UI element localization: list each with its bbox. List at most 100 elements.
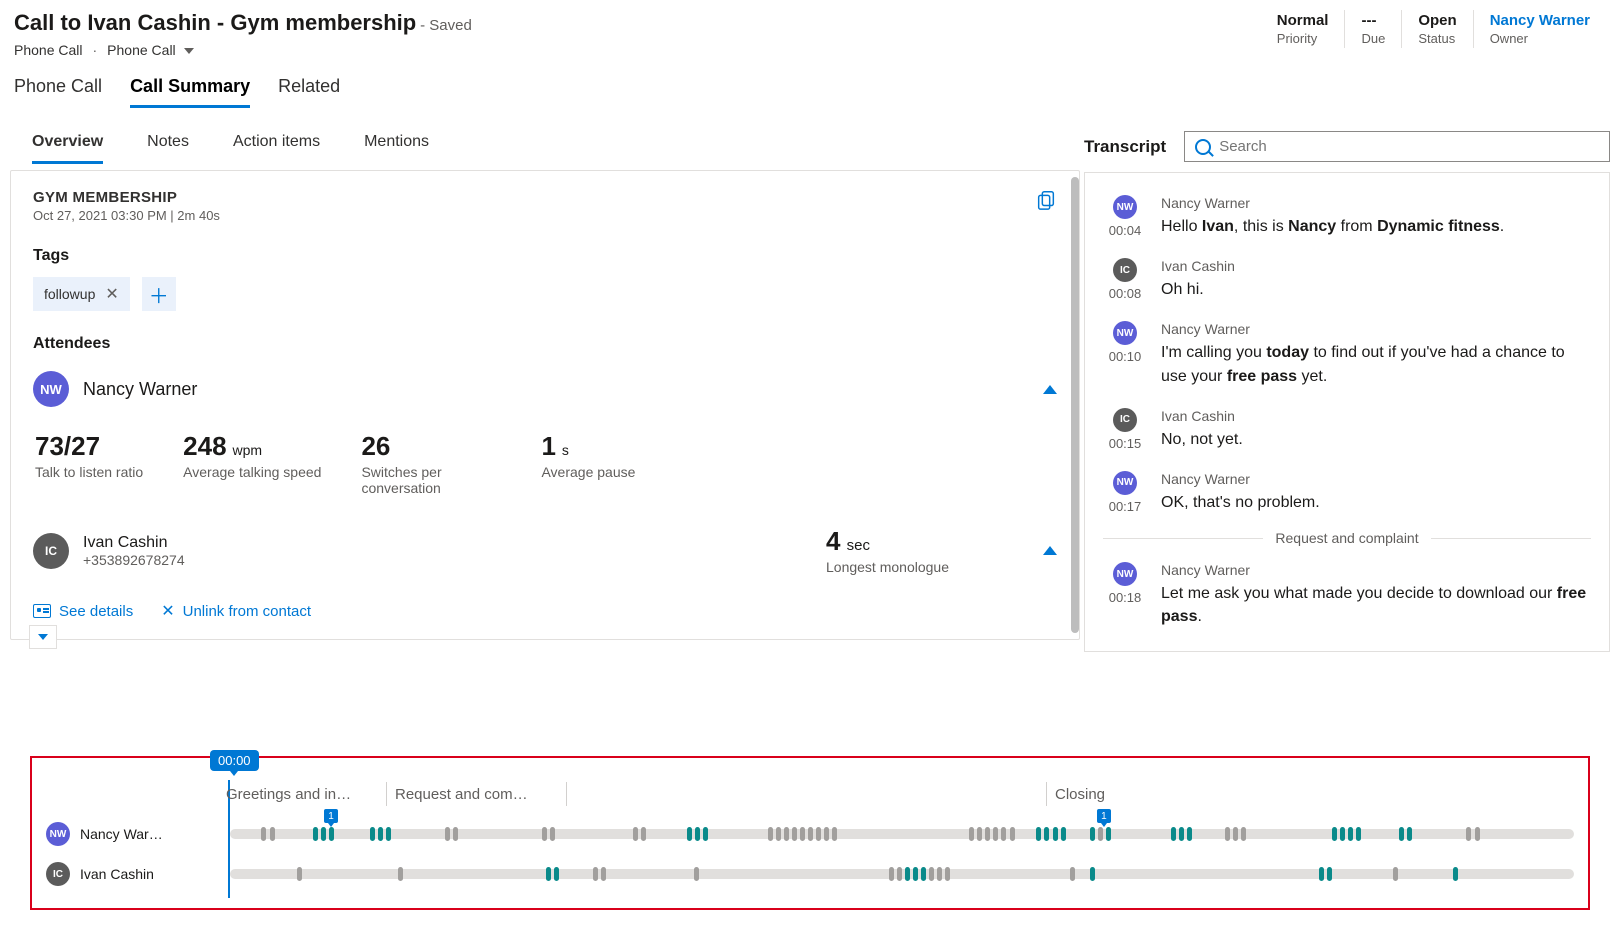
speech-blip — [945, 867, 950, 881]
search-box[interactable] — [1184, 131, 1610, 162]
speech-blip — [695, 827, 700, 841]
speech-blip — [768, 827, 773, 841]
header-bar: Call to Ivan Cashin - Gym membership - S… — [0, 0, 1620, 64]
transcript-utterance[interactable]: NW00:04Nancy WarnerHello Ivan, this is N… — [1085, 185, 1609, 248]
transcript-utterance[interactable]: IC00:08Ivan CashinOh hi. — [1085, 248, 1609, 311]
speech-blip — [370, 827, 375, 841]
speech-blip — [703, 827, 708, 841]
track-bar[interactable] — [230, 869, 1574, 879]
chevron-up-icon[interactable] — [1043, 385, 1057, 394]
longest-monologue-stat: 4 sec Longest monologue — [826, 526, 1029, 575]
speech-blip — [1090, 867, 1095, 881]
chevron-up-icon[interactable] — [1043, 546, 1057, 555]
transcript-utterance[interactable]: NW00:10Nancy WarnerI'm calling you today… — [1085, 311, 1609, 397]
call-subject: GYM MEMBERSHIP — [33, 189, 220, 206]
speech-blip — [329, 827, 334, 841]
details-card-icon — [33, 604, 51, 618]
breadcrumb-right-dropdown[interactable]: Phone Call — [107, 42, 193, 58]
speech-blip — [1225, 827, 1230, 841]
track-bar[interactable]: 11 — [230, 829, 1574, 839]
chevron-down-icon — [184, 48, 194, 54]
speech-blip — [601, 867, 606, 881]
speech-blip — [1036, 827, 1041, 841]
speech-blip — [1179, 827, 1184, 841]
avatar: NW — [1113, 195, 1137, 219]
subtab-mentions[interactable]: Mentions — [364, 133, 429, 164]
tab-related[interactable]: Related — [278, 76, 340, 108]
breadcrumb-left: Phone Call — [14, 42, 83, 58]
speech-blip — [1356, 827, 1361, 841]
speaker-name: Ivan Cashin — [1161, 258, 1591, 274]
speech-blip — [897, 867, 902, 881]
speaker-name: Nancy Warner — [1161, 562, 1591, 578]
meta-owner[interactable]: Nancy WarnerOwner — [1473, 10, 1606, 48]
timestamp: 00:08 — [1109, 286, 1142, 301]
transcript-utterance[interactable]: NW00:18Nancy WarnerLet me ask you what m… — [1085, 552, 1609, 638]
timeline-segment[interactable]: Request and com… — [386, 782, 566, 806]
copy-icon[interactable] — [1035, 189, 1057, 211]
utterance-text: OK, that's no problem. — [1161, 491, 1591, 514]
search-input[interactable] — [1219, 138, 1599, 155]
transcript-panel: NW00:04Nancy WarnerHello Ivan, this is N… — [1084, 172, 1610, 652]
speech-blip — [641, 827, 646, 841]
tab-call-summary[interactable]: Call Summary — [130, 76, 250, 108]
subtab-notes[interactable]: Notes — [147, 133, 189, 164]
speech-blip — [792, 827, 797, 841]
unlink-contact-link[interactable]: ✕ Unlink from contact — [161, 601, 311, 621]
timeline-segment[interactable]: Closing — [1046, 782, 1486, 806]
tag-row: followup✕ ＋ — [33, 277, 1057, 311]
subtab-action-items[interactable]: Action items — [233, 133, 320, 164]
speech-blip — [1319, 867, 1324, 881]
speaker-name: Nancy Warner — [1161, 195, 1591, 211]
timeline-track: ICIvan Cashin — [46, 862, 1574, 886]
speech-blip — [297, 867, 302, 881]
speech-blip — [905, 867, 910, 881]
speech-blip — [542, 827, 547, 841]
speech-blip — [1098, 827, 1103, 841]
speech-blip — [1241, 827, 1246, 841]
speech-blip — [261, 827, 266, 841]
breadcrumb: Phone Call · Phone Call — [14, 42, 472, 58]
expand-down-button[interactable] — [29, 625, 57, 649]
speech-blip — [937, 867, 942, 881]
close-icon: ✕ — [161, 601, 174, 621]
stat: 1 sAverage pause — [541, 431, 635, 496]
speaker-name: Nancy Warner — [1161, 471, 1591, 487]
speech-blip — [321, 827, 326, 841]
subtab-overview[interactable]: Overview — [32, 133, 103, 164]
timeline-marker-icon[interactable]: 1 — [324, 809, 338, 823]
avatar: IC — [1113, 258, 1137, 282]
tab-phone-call[interactable]: Phone Call — [14, 76, 102, 108]
record-meta: NormalPriority---DueOpenStatusNancy Warn… — [1261, 10, 1606, 48]
utterance-text: No, not yet. — [1161, 428, 1591, 451]
avatar: NW — [46, 822, 70, 846]
speech-blip — [776, 827, 781, 841]
timestamp: 00:04 — [1109, 223, 1142, 238]
timeline-segment[interactable] — [566, 782, 1046, 806]
scrollbar-icon[interactable] — [1071, 177, 1079, 633]
speech-blip — [808, 827, 813, 841]
attendees-heading: Attendees — [33, 335, 1057, 353]
utterance-text: Let me ask you what made you decide to d… — [1161, 582, 1591, 628]
transcript-utterance[interactable]: IC00:15Ivan CashinNo, not yet. — [1085, 398, 1609, 461]
stat: 73/27Talk to listen ratio — [35, 431, 143, 496]
timeline-segment[interactable]: Greetings and in… — [226, 782, 386, 806]
speech-blip — [453, 827, 458, 841]
segment-labels: Greetings and in…Request and com… Closing — [226, 782, 1574, 806]
avatar: NW — [33, 371, 69, 407]
see-details-link[interactable]: See details — [33, 601, 133, 621]
meta-priority: NormalPriority — [1261, 10, 1345, 48]
close-icon[interactable]: ✕ — [105, 284, 118, 304]
speech-blip — [1475, 827, 1480, 841]
add-tag-button[interactable]: ＋ — [142, 277, 176, 311]
meta-status: OpenStatus — [1401, 10, 1472, 48]
playhead-marker[interactable]: 00:00 — [210, 750, 259, 771]
speech-blip — [800, 827, 805, 841]
speech-blip — [445, 827, 450, 841]
timeline-marker-icon[interactable]: 1 — [1097, 809, 1111, 823]
speech-blip — [824, 827, 829, 841]
transcript-utterance[interactable]: NW00:17Nancy WarnerOK, that's no problem… — [1085, 461, 1609, 524]
tag-chip[interactable]: followup✕ — [33, 277, 130, 311]
utterance-text: I'm calling you today to find out if you… — [1161, 341, 1591, 387]
attendee-nancy[interactable]: NW Nancy Warner — [33, 371, 1057, 407]
